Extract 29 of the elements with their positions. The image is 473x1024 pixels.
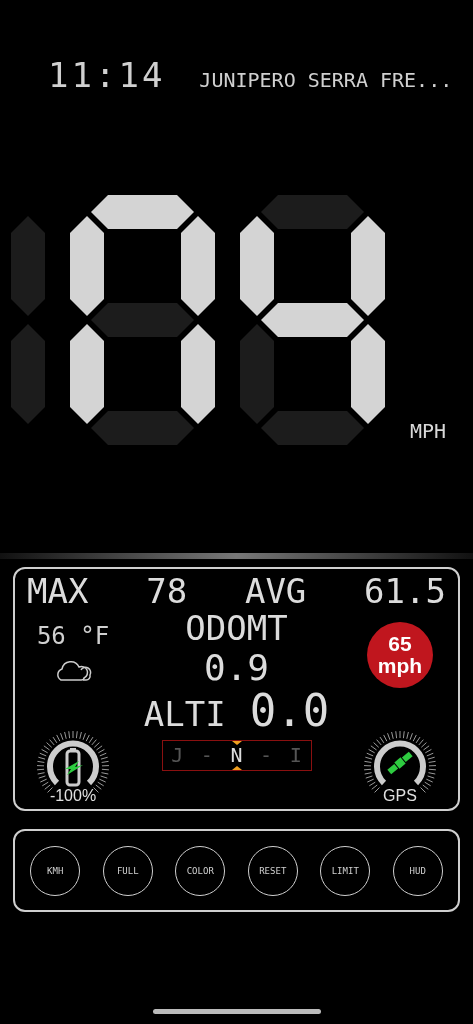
speed-unit: MPH [410, 419, 447, 443]
stat-value: 61.5 [364, 573, 446, 611]
round-button[interactable]: FULL [102, 845, 153, 896]
round-button[interactable]: COLOR [175, 845, 226, 896]
stat-value: 78 [146, 573, 188, 611]
altitude-value: 0.0 [249, 687, 330, 736]
compass-dash: - [260, 745, 273, 766]
gps-label: GPS [382, 787, 418, 805]
battery-reading: -100% [48, 787, 98, 805]
marker-icon [231, 765, 242, 770]
clock: 11:14 [48, 55, 166, 95]
compass-dash: - [200, 745, 213, 766]
round-button[interactable]: RESET [247, 845, 298, 896]
compass-heading: N [230, 745, 243, 766]
street-name: JUNIPERO SERRA FRE... [199, 68, 453, 92]
marker-icon [231, 740, 242, 745]
round-button[interactable]: KMH [30, 845, 81, 896]
odometer-value: 0.9 [204, 647, 269, 688]
temperature: 56 °F [36, 622, 110, 651]
round-button[interactable]: LIMIT [320, 845, 371, 896]
altitude-label: ALTI [143, 696, 226, 734]
round-button[interactable]: HUD [392, 845, 443, 896]
odometer-label: ODOMT [185, 610, 288, 648]
speed-limit-unit: mph [377, 655, 423, 678]
compass-letter: J [171, 745, 184, 766]
stat-label: MAX [27, 573, 89, 611]
speed-limit-value: 65 [388, 633, 412, 656]
compass-letter: I [289, 745, 302, 766]
stat-label: AVG [244, 573, 307, 611]
